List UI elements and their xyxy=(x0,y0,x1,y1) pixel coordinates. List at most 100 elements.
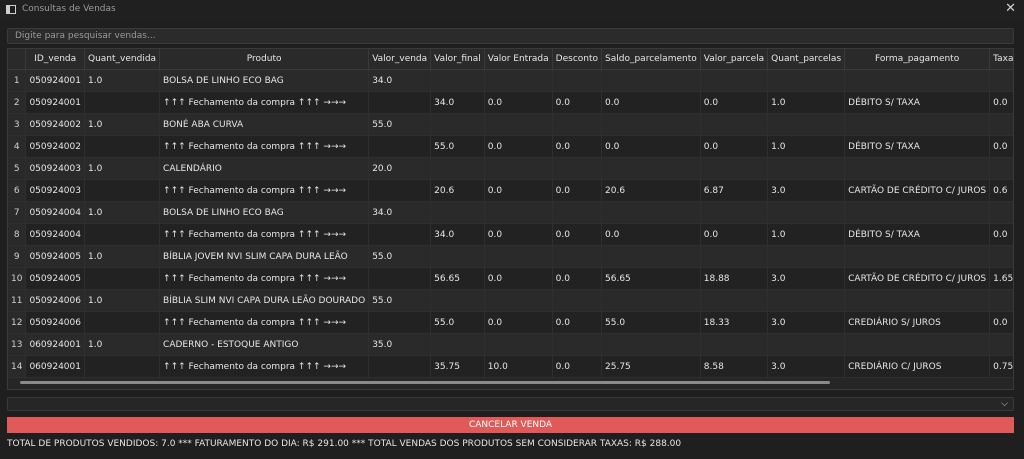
row-number[interactable]: 13 xyxy=(8,333,27,356)
table-cell[interactable]: 050924005 xyxy=(25,245,85,268)
table-cell[interactable] xyxy=(368,135,432,158)
table-cell[interactable]: 55.0 xyxy=(368,113,432,136)
table-cell[interactable] xyxy=(844,245,991,268)
table-cell[interactable]: 0.0 xyxy=(552,267,603,290)
table-cell[interactable]: DÉBITO S/ TAXA xyxy=(844,135,991,158)
table-cell[interactable] xyxy=(552,245,603,268)
table-cell[interactable]: 060924001 xyxy=(25,355,85,378)
table-cell[interactable] xyxy=(430,157,485,180)
table-cell[interactable] xyxy=(368,91,432,114)
table-cell[interactable] xyxy=(989,157,1013,180)
table-cell[interactable]: 1.0 xyxy=(767,91,846,114)
table-cell[interactable] xyxy=(552,69,603,92)
table-cell[interactable]: 1.0 xyxy=(84,157,161,180)
table-cell[interactable]: BOLSA DE LINHO ECO BAG xyxy=(159,201,370,224)
table-cell[interactable]: 55.0 xyxy=(430,311,485,334)
table-cell[interactable] xyxy=(767,113,846,136)
table-cell[interactable]: 55.0 xyxy=(430,135,485,158)
table-cell[interactable]: 050924001 xyxy=(25,69,85,92)
table-cell[interactable] xyxy=(84,91,161,114)
table-cell[interactable] xyxy=(844,69,991,92)
table-cell[interactable]: 34.0 xyxy=(430,223,485,246)
table-cell[interactable]: 050924005 xyxy=(25,267,85,290)
table-cell[interactable] xyxy=(767,333,846,356)
column-header[interactable]: Forma_pagamento xyxy=(844,49,991,70)
table-cell[interactable]: 050924002 xyxy=(25,113,85,136)
table-cell[interactable]: 050924004 xyxy=(25,223,85,246)
table-cell[interactable] xyxy=(767,245,846,268)
table-cell[interactable]: 0.0 xyxy=(601,135,701,158)
table-cell[interactable]: 0.0 xyxy=(484,267,553,290)
table-cell[interactable]: 1.0 xyxy=(767,135,846,158)
table-row[interactable]: 8 050924004 ↑↑↑ Fechamento da compra ↑↑↑ →… xyxy=(8,223,1013,246)
table-cell[interactable]: 0.0 xyxy=(989,135,1013,158)
table-cell[interactable]: 0.0 xyxy=(484,91,553,114)
table-cell[interactable] xyxy=(430,201,485,224)
table-cell[interactable]: ↑↑↑ Fechamento da compra ↑↑↑ →→→ xyxy=(159,267,370,290)
table-cell[interactable] xyxy=(430,289,485,312)
row-number[interactable]: 11 xyxy=(8,289,27,312)
table-cell[interactable] xyxy=(368,311,432,334)
table-cell[interactable] xyxy=(430,69,485,92)
table-cell[interactable]: 8.58 xyxy=(700,355,769,378)
table-cell[interactable]: 1.0 xyxy=(84,245,161,268)
table-cell[interactable] xyxy=(430,333,485,356)
table-cell[interactable] xyxy=(484,201,553,224)
table-cell[interactable] xyxy=(484,157,553,180)
table-cell[interactable] xyxy=(84,135,161,158)
row-number[interactable]: 9 xyxy=(8,245,27,268)
table-cell[interactable] xyxy=(430,245,485,268)
column-header[interactable]: Taxa_maquina xyxy=(989,49,1013,70)
table-cell[interactable]: 3.0 xyxy=(767,267,846,290)
chevron-down-icon[interactable]: ⌵ xyxy=(1001,397,1008,411)
table-cell[interactable]: 0.0 xyxy=(700,91,769,114)
table-cell[interactable]: BÍBLIA JOVEM NVI SLIM CAPA DURA LEÃO xyxy=(159,245,370,268)
table-cell[interactable]: 050924001 xyxy=(25,91,85,114)
table-cell[interactable] xyxy=(552,333,603,356)
column-header[interactable]: Valor Entrada xyxy=(484,49,553,70)
table-row[interactable]: 2 050924001 ↑↑↑ Fechamento da compra ↑↑↑ →… xyxy=(8,91,1013,114)
table-cell[interactable]: 18.33 xyxy=(700,311,769,334)
column-header[interactable]: Valor_final xyxy=(430,49,485,70)
table-cell[interactable] xyxy=(767,201,846,224)
table-cell[interactable]: 56.65 xyxy=(430,267,485,290)
table-row[interactable]: 4 050924002 ↑↑↑ Fechamento da compra ↑↑↑ →… xyxy=(8,135,1013,158)
table-cell[interactable]: 0.0 xyxy=(989,223,1013,246)
table-cell[interactable]: CARTÃO DE CRÉDITO C/ JUROS xyxy=(844,179,991,202)
table-cell[interactable]: 1.0 xyxy=(84,113,161,136)
table-cell[interactable]: 050924004 xyxy=(25,201,85,224)
table-cell[interactable] xyxy=(700,333,769,356)
table-row[interactable]: 50509240031.0CALENDÁRIO20.005/09/2024ROD… xyxy=(8,157,1013,180)
table-cell[interactable] xyxy=(601,245,701,268)
table-cell[interactable] xyxy=(700,201,769,224)
scrollbar-thumb[interactable] xyxy=(20,381,830,384)
column-header[interactable]: Valor_venda xyxy=(368,49,432,70)
table-cell[interactable]: 6.87 xyxy=(700,179,769,202)
table-cell[interactable]: CARTÃO DE CRÉDITO C/ JUROS xyxy=(844,267,991,290)
sale-select[interactable]: ⌵ xyxy=(7,397,1014,411)
table-cell[interactable] xyxy=(700,289,769,312)
table-row[interactable]: 70509240041.0BOLSA DE LINHO ECO BAG34.00… xyxy=(8,201,1013,224)
row-number[interactable]: 4 xyxy=(8,135,27,158)
column-header[interactable]: Quant_vendida xyxy=(84,49,161,70)
table-cell[interactable]: 0.6 xyxy=(989,179,1013,202)
table-cell[interactable]: 050924006 xyxy=(25,289,85,312)
table-cell[interactable] xyxy=(484,289,553,312)
table-cell[interactable]: 1.0 xyxy=(84,289,161,312)
row-number[interactable]: 6 xyxy=(8,179,27,202)
table-cell[interactable]: 0.0 xyxy=(700,135,769,158)
row-number[interactable]: 8 xyxy=(8,223,27,246)
horizontal-scrollbar[interactable] xyxy=(11,379,1010,386)
table-cell[interactable]: 34.0 xyxy=(368,201,432,224)
table-cell[interactable] xyxy=(844,113,991,136)
table-cell[interactable] xyxy=(484,113,553,136)
table-cell[interactable]: 060924001 xyxy=(25,333,85,356)
table-cell[interactable]: ↑↑↑ Fechamento da compra ↑↑↑ →→→ xyxy=(159,355,370,378)
table-cell[interactable] xyxy=(368,223,432,246)
table-cell[interactable]: CALENDÁRIO xyxy=(159,157,370,180)
column-header[interactable] xyxy=(8,49,27,70)
table-cell[interactable]: BOLSA DE LINHO ECO BAG xyxy=(159,69,370,92)
table-row[interactable]: 14 060924001 ↑↑↑ Fechamento da compra ↑↑↑ … xyxy=(8,355,1013,378)
table-cell[interactable] xyxy=(552,289,603,312)
table-cell[interactable]: DÉBITO S/ TAXA xyxy=(844,91,991,114)
